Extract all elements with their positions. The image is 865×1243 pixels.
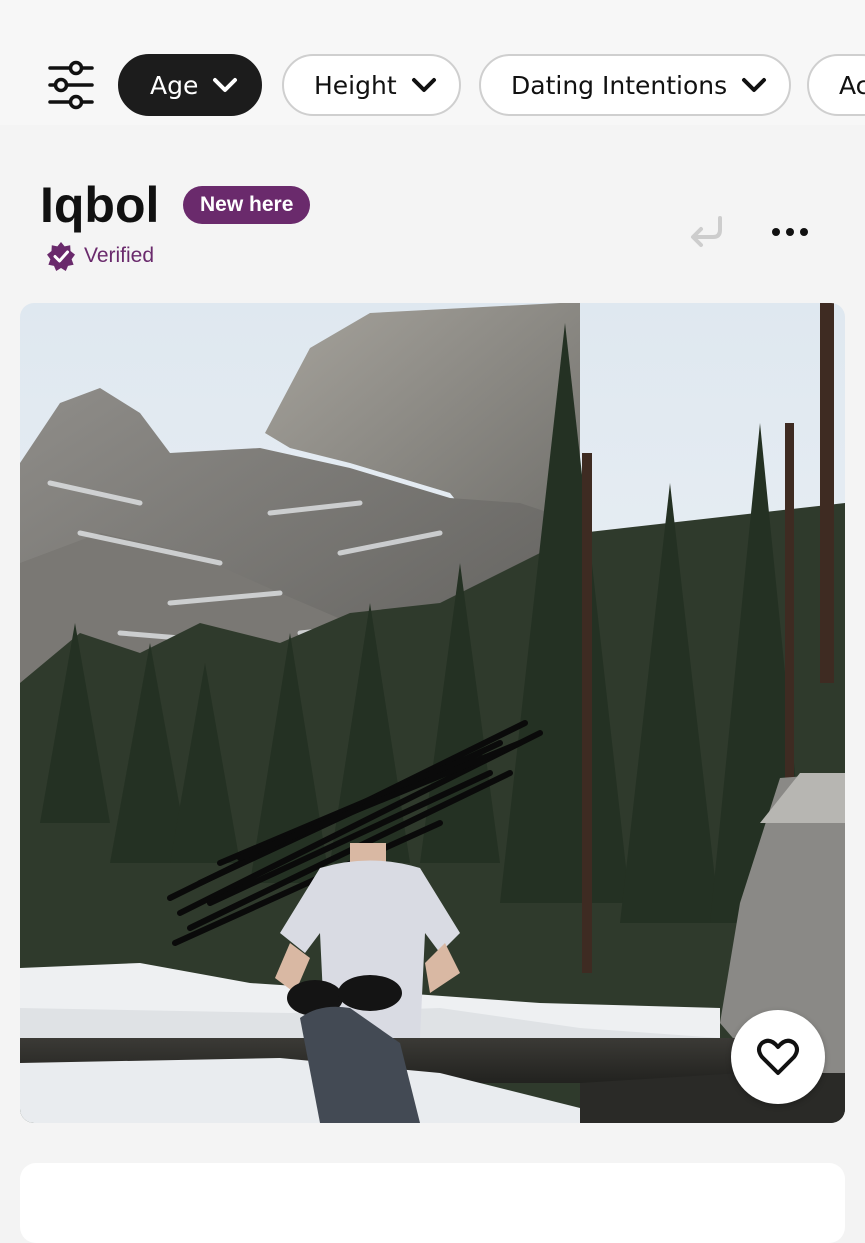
filter-chip-height[interactable]: Height xyxy=(282,54,461,116)
profile-card: Iqbol New here Verified xyxy=(0,125,865,1243)
more-options-button[interactable] xyxy=(764,210,816,250)
filter-chip-age[interactable]: Age xyxy=(118,54,263,116)
filter-settings-button[interactable] xyxy=(44,58,98,116)
chevron-down-icon xyxy=(213,78,238,92)
profile-photo[interactable] xyxy=(20,303,845,1123)
chevron-down-icon xyxy=(411,78,436,92)
next-content-card xyxy=(20,1163,845,1243)
chip-label: Height xyxy=(314,70,397,100)
sliders-icon xyxy=(48,60,94,110)
undo-button[interactable] xyxy=(684,210,728,250)
chip-label: Dating Intentions xyxy=(511,70,728,100)
undo-icon xyxy=(691,216,722,247)
heart-icon xyxy=(757,1038,799,1075)
photo-landscape xyxy=(20,303,845,1123)
more-options-icon xyxy=(772,228,808,236)
new-here-badge: New here xyxy=(183,186,311,224)
chip-label: Ac xyxy=(839,70,865,100)
filter-bar: Age Height Dating Intentions Ac xyxy=(0,0,865,125)
verified-badge-icon xyxy=(47,242,75,271)
profile-name: Iqbol xyxy=(40,177,160,233)
verified-label: Verified xyxy=(84,244,155,267)
chevron-down-icon xyxy=(742,78,767,92)
like-button[interactable] xyxy=(731,1010,825,1104)
filter-chip-active-today[interactable]: Ac xyxy=(807,54,865,116)
verified-indicator: Verified xyxy=(46,241,154,271)
filter-chip-dating-intentions[interactable]: Dating Intentions xyxy=(479,54,792,116)
chip-label: Age xyxy=(150,70,199,100)
